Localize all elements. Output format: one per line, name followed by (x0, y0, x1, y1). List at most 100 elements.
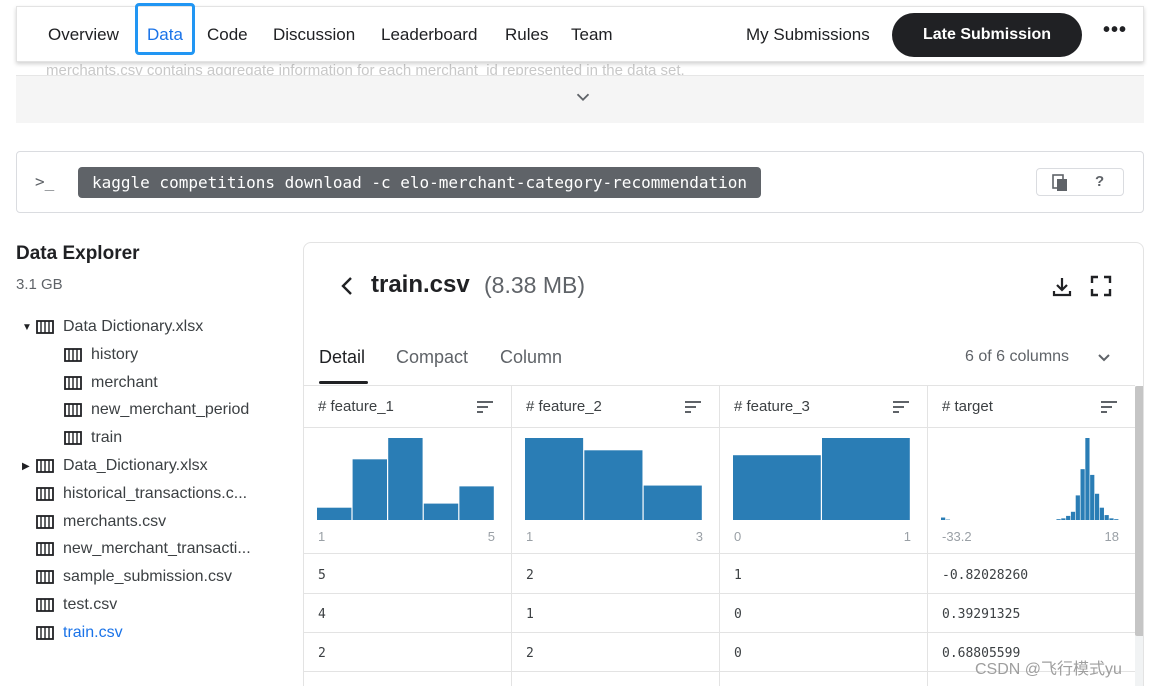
tab-overview[interactable]: Overview (48, 25, 119, 45)
file-tree-item[interactable]: train (64, 426, 122, 450)
table-icon (36, 514, 54, 529)
table-cell: 0.39291325 (942, 607, 1021, 622)
column-header[interactable]: # feature_2 (512, 386, 719, 428)
terminal-icon: >_ (35, 172, 55, 191)
sort-icon[interactable] (892, 400, 910, 414)
file-tree-label: train.csv (63, 623, 123, 641)
chevron-down-icon (576, 93, 590, 102)
table-cell: 1 (526, 607, 534, 622)
api-command-text[interactable]: kaggle competitions download -c elo-merc… (78, 167, 762, 198)
active-tab-underline (319, 381, 368, 384)
histogram-bar (388, 438, 423, 520)
histogram-bar (459, 486, 494, 520)
file-tree-label: new_merchant_period (91, 401, 250, 419)
tab-compact[interactable]: Compact (396, 347, 468, 368)
table-icon (36, 598, 54, 612)
histogram-bar (1109, 518, 1114, 520)
file-tree-item[interactable]: merchant (64, 371, 158, 395)
histogram-bar (1080, 469, 1085, 520)
file-tree-item[interactable]: history (64, 343, 138, 367)
file-tree-label: sample_submission.csv (63, 568, 232, 586)
histogram-max-label: 1 (903, 529, 911, 544)
tab-team[interactable]: Team (571, 25, 613, 45)
copy-icon[interactable] (1051, 174, 1069, 192)
data-column: # feature_2 1 3 2 1 2 (512, 386, 720, 686)
column-header[interactable]: # target (928, 386, 1135, 428)
file-preview-panel: train.csv (8.38 MB) Detail Compact Colum… (303, 242, 1144, 686)
table-icon (36, 459, 54, 473)
back-arrow-icon[interactable] (338, 275, 356, 297)
fullscreen-icon[interactable] (1090, 275, 1112, 297)
file-tree-label: history (91, 345, 139, 363)
file-tree-item[interactable]: train.csv (22, 621, 123, 645)
column-histogram (733, 438, 910, 520)
caret-right-icon[interactable]: ▶ (22, 461, 36, 472)
table-icon (64, 403, 82, 418)
file-tree-label: Data Dictionary.xlsx (63, 318, 204, 335)
data-column: # feature_3 0 1 1 0 0 (720, 386, 928, 686)
histogram-bar (1056, 519, 1061, 520)
histogram-bar (1075, 495, 1080, 520)
column-name: # feature_1 (318, 398, 394, 415)
file-tree-item[interactable]: ▶ Data_Dictionary.xlsx (22, 454, 208, 478)
file-tree-item[interactable]: new_merchant_transacti... (22, 537, 251, 561)
sort-icon[interactable] (476, 400, 494, 414)
tab-discussion[interactable]: Discussion (273, 25, 355, 45)
file-tree-item[interactable]: historical_transactions.c... (22, 482, 247, 506)
file-tree-item[interactable]: ▼ Data Dictionary.xlsx (22, 315, 203, 339)
table-cell: 4 (318, 607, 326, 622)
column-histogram (525, 438, 702, 520)
file-tree-label: historical_transactions.c... (63, 484, 248, 502)
tab-rules[interactable]: Rules (505, 25, 548, 45)
download-icon[interactable] (1050, 275, 1074, 299)
table-icon (64, 347, 82, 362)
more-options-icon[interactable]: ••• (1103, 19, 1127, 42)
histogram-bar (584, 450, 643, 520)
tab-leaderboard[interactable]: Leaderboard (381, 25, 477, 45)
histogram-bar (1090, 474, 1095, 520)
row-divider (304, 632, 1135, 633)
table-cell: 1 (734, 568, 742, 583)
sort-icon[interactable] (684, 400, 702, 414)
table-cell: 2 (526, 568, 534, 583)
table-icon (64, 375, 82, 390)
histogram-min-label: 1 (526, 529, 534, 544)
vertical-scrollbar-thumb[interactable] (1135, 386, 1143, 636)
column-header[interactable]: # feature_1 (304, 386, 511, 428)
tab-detail[interactable]: Detail (319, 347, 365, 368)
late-submission-button[interactable]: Late Submission (892, 13, 1082, 57)
table-cell: 0 (734, 607, 742, 622)
file-tree-label: new_merchant_transacti... (63, 540, 251, 558)
tab-column[interactable]: Column (500, 347, 562, 368)
table-icon (36, 486, 54, 501)
file-name: train.csv (371, 271, 470, 298)
histogram-bar (525, 438, 584, 520)
command-actions: ? (1036, 168, 1124, 196)
caret-down-icon[interactable]: ▼ (22, 322, 36, 333)
column-count-select[interactable]: 6 of 6 columns (965, 348, 1069, 366)
histogram-bar (1066, 515, 1071, 520)
file-tree-label: test.csv (63, 596, 118, 613)
tab-code[interactable]: Code (207, 25, 248, 45)
histogram-divider (304, 553, 511, 554)
file-tree-item[interactable]: merchants.csv (22, 510, 166, 534)
chevron-down-icon[interactable] (1096, 350, 1112, 366)
help-icon[interactable]: ? (1095, 173, 1104, 190)
expand-description-bar[interactable] (16, 75, 1144, 123)
file-tree-item[interactable]: sample_submission.csv (22, 565, 232, 589)
column-histogram (317, 438, 494, 520)
my-submissions-link[interactable]: My Submissions (746, 25, 870, 45)
histogram-bar (352, 459, 387, 520)
file-tree-label: merchants.csv (63, 512, 167, 530)
tab-data[interactable]: Data (147, 25, 183, 45)
histogram-bar (423, 503, 459, 520)
data-explorer-size: 3.1 GB (16, 276, 63, 293)
file-tree-item[interactable]: new_merchant_period (64, 398, 249, 422)
sort-icon[interactable] (1100, 400, 1118, 414)
data-explorer-title: Data Explorer (16, 243, 140, 264)
histogram-bar (643, 485, 702, 520)
column-header[interactable]: # feature_3 (720, 386, 927, 428)
file-tree-item[interactable]: test.csv (22, 593, 117, 617)
histogram-divider (512, 553, 719, 554)
histogram-bar (1085, 438, 1090, 520)
